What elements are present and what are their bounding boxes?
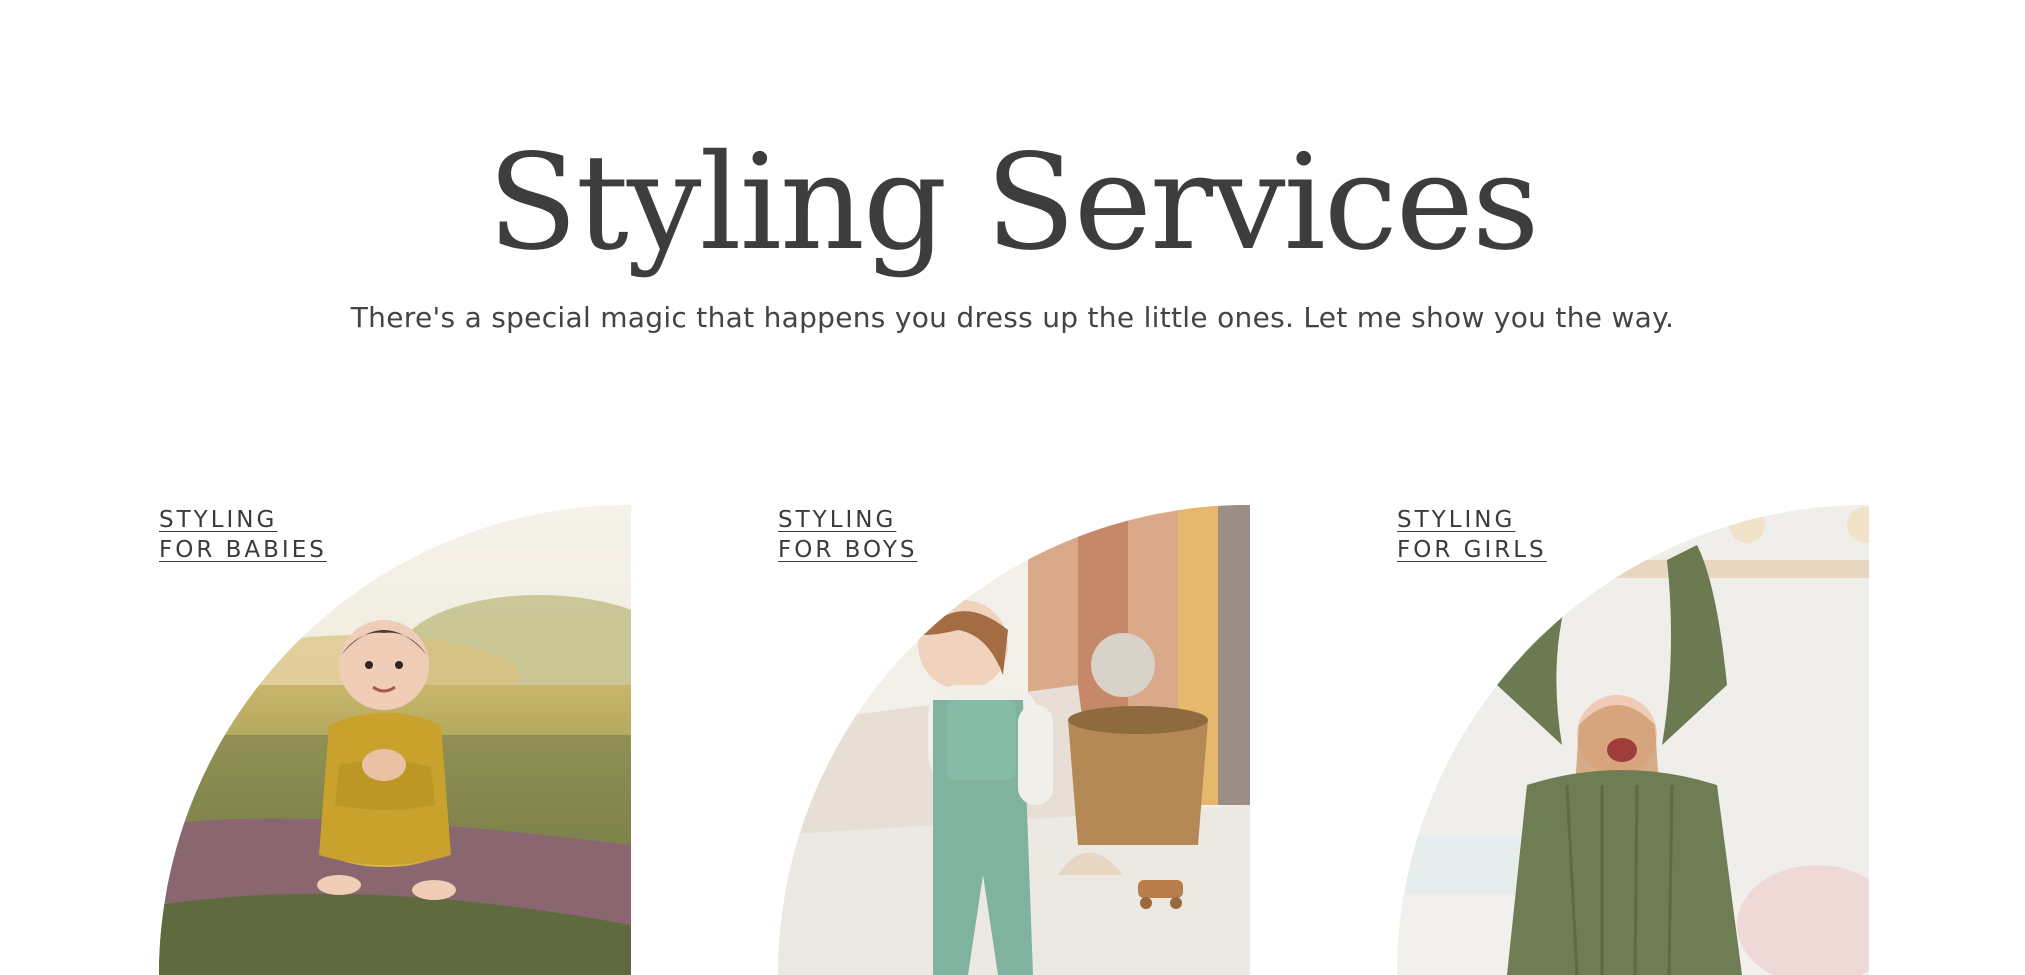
page-subtitle: There's a special magic that happens you… xyxy=(350,301,1675,334)
service-card-boys: STYLING FOR BOYS xyxy=(778,505,1250,975)
service-card-babies: STYLING FOR BABIES xyxy=(159,505,631,975)
girls-link-line1: STYLING xyxy=(1397,507,1516,533)
babies-link-line2: FOR BABIES xyxy=(159,537,327,563)
boys-link-line1: STYLING xyxy=(778,507,897,533)
page-title: Styling Services xyxy=(487,126,1539,280)
girls-link-line2: FOR GIRLS xyxy=(1397,537,1547,563)
boys-link-line2: FOR BOYS xyxy=(778,537,918,563)
boy-photo[interactable] xyxy=(778,505,1250,975)
girl-photo[interactable] xyxy=(1397,505,1869,975)
styling-for-boys-link[interactable]: STYLING FOR BOYS xyxy=(778,505,918,565)
baby-photo[interactable] xyxy=(159,505,631,975)
babies-link-line1: STYLING xyxy=(159,507,278,533)
styling-for-girls-link[interactable]: STYLING FOR GIRLS xyxy=(1397,505,1547,565)
styling-for-babies-link[interactable]: STYLING FOR BABIES xyxy=(159,505,327,565)
service-card-girls: STYLING FOR GIRLS xyxy=(1397,505,1869,975)
